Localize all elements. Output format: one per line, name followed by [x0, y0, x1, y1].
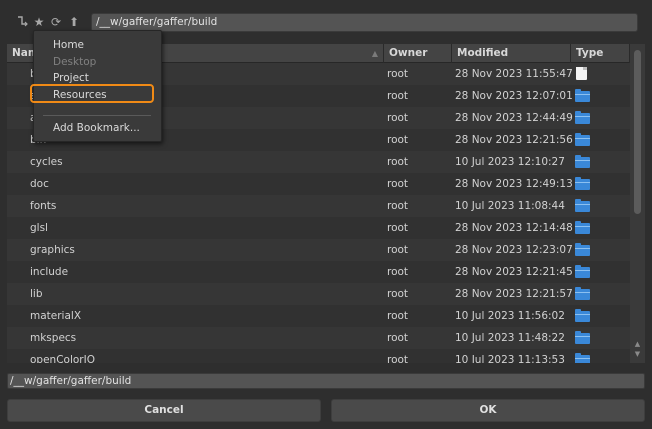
- table-row[interactable]: mkspecs root 10 Jul 2023 11:48:22: [7, 327, 630, 349]
- folder-icon: [575, 309, 590, 322]
- table-row[interactable]: openColorIO root 10 Jul 2023 11:13:53: [7, 349, 630, 363]
- folder-icon: [575, 89, 590, 102]
- table-row[interactable]: fonts root 10 Jul 2023 11:08:44: [7, 195, 630, 217]
- path-up-icon[interactable]: [15, 14, 31, 30]
- menu-item-home[interactable]: Home: [53, 37, 84, 53]
- folder-icon: [575, 331, 590, 344]
- folder-icon: [575, 265, 590, 278]
- table-row[interactable]: glsl root 28 Nov 2023 12:14:48: [7, 217, 630, 239]
- table-row[interactable]: lib root 28 Nov 2023 12:21:57: [7, 283, 630, 305]
- table-row[interactable]: doc root 28 Nov 2023 12:49:13: [7, 173, 630, 195]
- folder-icon: [575, 155, 590, 168]
- scroll-down-arrow-icon[interactable]: ▼: [633, 350, 642, 358]
- refresh-icon[interactable]: ⟳: [48, 14, 64, 30]
- table-row[interactable]: graphics root 28 Nov 2023 12:23:07: [7, 239, 630, 261]
- resources-highlight: [30, 84, 154, 103]
- column-header-modified[interactable]: Modified: [452, 44, 571, 63]
- column-header-owner[interactable]: Owner: [384, 44, 452, 63]
- menu-separator: [43, 115, 151, 116]
- folder-icon: [575, 111, 590, 124]
- ok-button[interactable]: OK: [331, 399, 645, 422]
- scrollbar-thumb[interactable]: [634, 50, 641, 214]
- bookmark-star-icon[interactable]: ★: [31, 14, 47, 30]
- folder-icon: [575, 177, 590, 190]
- table-row[interactable]: materialX root 10 Jul 2023 11:56:02: [7, 305, 630, 327]
- folder-icon: [575, 287, 590, 300]
- up-arrow-icon[interactable]: ⬆: [66, 14, 82, 30]
- path-input[interactable]: /__w/gaffer/gaffer/build: [7, 373, 645, 389]
- folder-icon: [575, 133, 590, 146]
- cancel-button[interactable]: Cancel: [7, 399, 321, 422]
- folder-icon: [575, 221, 590, 234]
- menu-item-desktop: Desktop: [53, 56, 97, 68]
- folder-icon: [575, 353, 590, 363]
- scroll-up-arrow-icon[interactable]: ▲: [633, 340, 642, 348]
- column-header-type[interactable]: Type: [571, 44, 630, 63]
- path-bar[interactable]: /__w/gaffer/gaffer/build: [91, 13, 638, 32]
- table-row[interactable]: cycles root 10 Jul 2023 12:10:27: [7, 151, 630, 173]
- folder-icon: [575, 199, 590, 212]
- table-row[interactable]: include root 28 Nov 2023 12:21:45: [7, 261, 630, 283]
- menu-item-add-bookmark[interactable]: Add Bookmark...: [53, 120, 140, 136]
- folder-icon: [575, 243, 590, 256]
- vertical-scrollbar[interactable]: ▲ ▼: [630, 44, 645, 363]
- file-icon: [576, 67, 587, 80]
- sort-arrow-icon: ▲: [371, 49, 378, 58]
